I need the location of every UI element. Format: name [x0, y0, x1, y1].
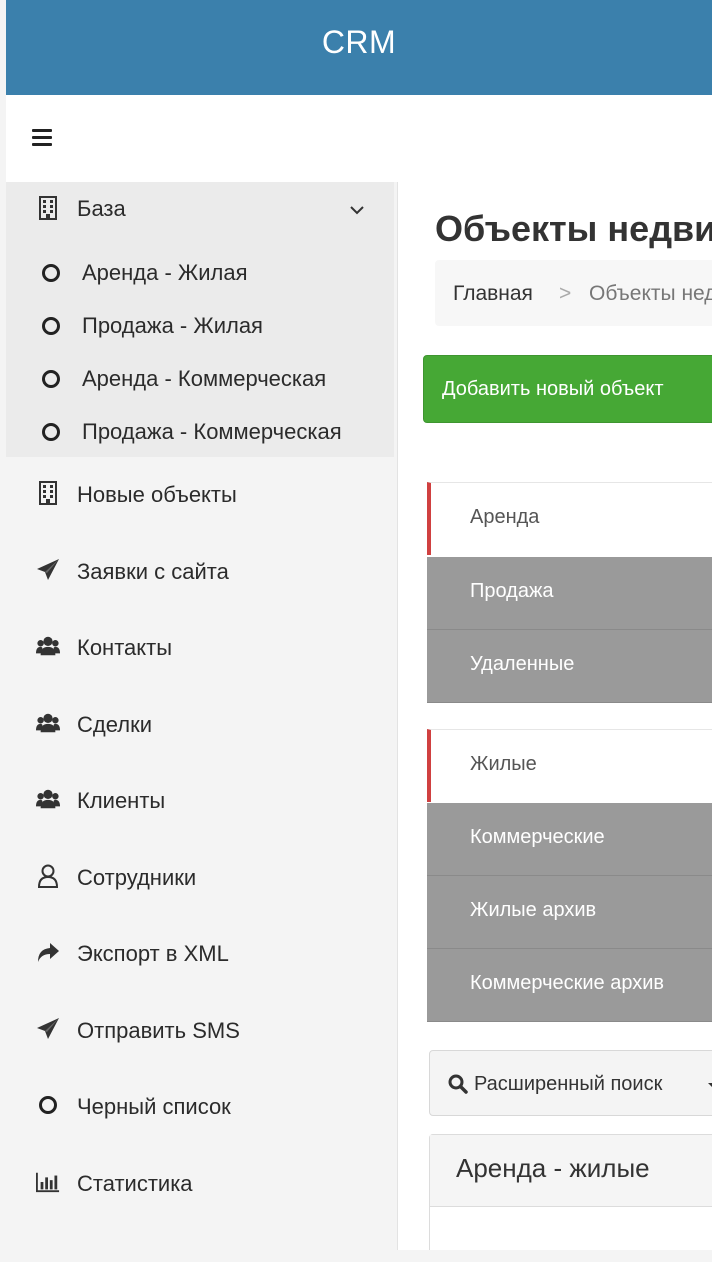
sidebar-subitem-sale-residential[interactable]: Продажа - Жилая	[6, 300, 394, 352]
hamburger-menu-icon[interactable]	[32, 129, 52, 147]
sidebar-item-label: Черный список	[77, 1094, 231, 1119]
tab-sale[interactable]: Продажа	[427, 557, 712, 630]
sidebar-item-label: Статистика	[77, 1171, 193, 1196]
breadcrumb-current: Объекты недвижимости	[589, 282, 712, 305]
tab-label: Жилые архив	[470, 899, 597, 921]
sidebar-item-deals[interactable]: Сделки	[6, 695, 398, 755]
tab-label: Аренда	[470, 506, 540, 528]
paper-plane-icon	[36, 558, 60, 582]
sidebar-item-contacts[interactable]: Контакты	[6, 618, 398, 678]
building-icon	[36, 196, 60, 220]
sidebar-subitem-rent-residential[interactable]: Аренда - Жилая	[6, 247, 394, 299]
sidebar-item-employees[interactable]: Сотрудники	[6, 848, 398, 908]
breadcrumb-separator: >	[559, 282, 572, 305]
sidebar-item-label: Экспорт в XML	[77, 941, 229, 966]
sidebar-subitem-label: Аренда - Коммерческая	[82, 366, 327, 391]
tab-rent[interactable]: Аренда	[427, 482, 712, 555]
toolbar	[6, 95, 712, 182]
advanced-search-button[interactable]: Расширенный поиск	[429, 1050, 712, 1116]
sidebar-item-baza[interactable]: База	[6, 182, 394, 242]
sidebar-item-label: База	[77, 196, 126, 221]
users-icon	[36, 787, 60, 811]
bar-chart-icon	[36, 1170, 60, 1194]
sidebar-subitem-rent-commercial[interactable]: Аренда - Коммерческая	[6, 353, 394, 405]
users-icon	[36, 711, 60, 735]
building-icon	[36, 481, 60, 505]
breadcrumb: Главная > Объекты недвижимости	[435, 260, 712, 326]
circle-outline-icon	[42, 317, 60, 335]
tab-residential[interactable]: Жилые	[427, 729, 712, 802]
tab-deleted[interactable]: Удаленные	[427, 630, 712, 703]
bottom-scroll-area	[0, 1250, 712, 1262]
results-panel: Аренда - жилые	[429, 1134, 712, 1250]
sidebar-item-label: Контакты	[77, 635, 173, 660]
panel-title: Аренда - жилые	[456, 1153, 650, 1183]
sidebar-item-clients[interactable]: Клиенты	[6, 771, 398, 831]
tab-commercial-archive[interactable]: Коммерческие архив	[427, 949, 712, 1022]
sidebar-item-label: Клиенты	[77, 788, 166, 813]
sidebar-item-label: Заявки с сайта	[77, 559, 229, 584]
sidebar-item-label: Новые объекты	[77, 482, 237, 507]
tab-label: Жилые	[470, 753, 537, 775]
circle-outline-icon	[42, 423, 60, 441]
brand-logo[interactable]: CRM	[6, 24, 712, 61]
add-object-button[interactable]: Добавить новый объект	[423, 355, 712, 423]
sidebar-subitem-label: Продажа - Коммерческая	[82, 419, 342, 444]
tab-label: Коммерческие архив	[470, 972, 665, 994]
sidebar-item-label: Сотрудники	[77, 865, 197, 890]
sidebar-subitem-label: Аренда - Жилая	[82, 260, 248, 285]
top-header: CRM	[6, 0, 712, 95]
share-icon	[36, 940, 60, 964]
sidebar-group-baza: База Аренда - Жилая Продажа - Жилая Арен…	[6, 182, 394, 457]
tab-label: Удаленные	[470, 653, 575, 675]
tab-label: Продажа	[470, 580, 554, 602]
page-title: Объекты недвижимости	[435, 208, 712, 249]
sidebar-item-export-xml[interactable]: Экспорт в XML	[6, 924, 398, 984]
circle-outline-icon	[36, 1093, 60, 1117]
circle-outline-icon	[42, 264, 60, 282]
caret-down-icon	[708, 1083, 712, 1088]
panel-header: Аренда - жилые	[430, 1135, 712, 1207]
search-icon	[448, 1074, 468, 1099]
main-content: Объекты недвижимости Главная > Объекты н…	[403, 182, 712, 1250]
chevron-down-icon	[350, 202, 364, 220]
breadcrumb-home[interactable]: Главная	[453, 282, 533, 306]
sidebar-item-label: Сделки	[77, 712, 152, 737]
sidebar-item-statistics[interactable]: Статистика	[6, 1154, 398, 1214]
tab-commercial[interactable]: Коммерческие	[427, 803, 712, 876]
user-outline-icon	[36, 864, 60, 888]
sidebar-subitem-sale-commercial[interactable]: Продажа - Коммерческая	[6, 406, 394, 458]
sidebar-item-blacklist[interactable]: Черный список	[6, 1077, 398, 1137]
app-frame: CRM База Аренда - Жилая Продажа - Жилая …	[6, 0, 712, 1250]
sidebar-item-label: Отправить SMS	[77, 1018, 240, 1043]
sidebar-subitem-label: Продажа - Жилая	[82, 313, 263, 338]
add-object-button-label: Добавить новый объект	[442, 378, 664, 400]
tab-label: Коммерческие	[470, 826, 605, 848]
sidebar-item-send-sms[interactable]: Отправить SMS	[6, 1001, 398, 1061]
circle-outline-icon	[42, 370, 60, 388]
sidebar: База Аренда - Жилая Продажа - Жилая Арен…	[6, 182, 398, 1250]
users-icon	[36, 634, 60, 658]
advanced-search-label: Расширенный поиск	[474, 1073, 663, 1095]
sidebar-item-site-requests[interactable]: Заявки с сайта	[6, 542, 398, 602]
tab-residential-archive[interactable]: Жилые архив	[427, 876, 712, 949]
paper-plane-icon	[36, 1017, 60, 1041]
sidebar-item-new-objects[interactable]: Новые объекты	[6, 465, 398, 525]
